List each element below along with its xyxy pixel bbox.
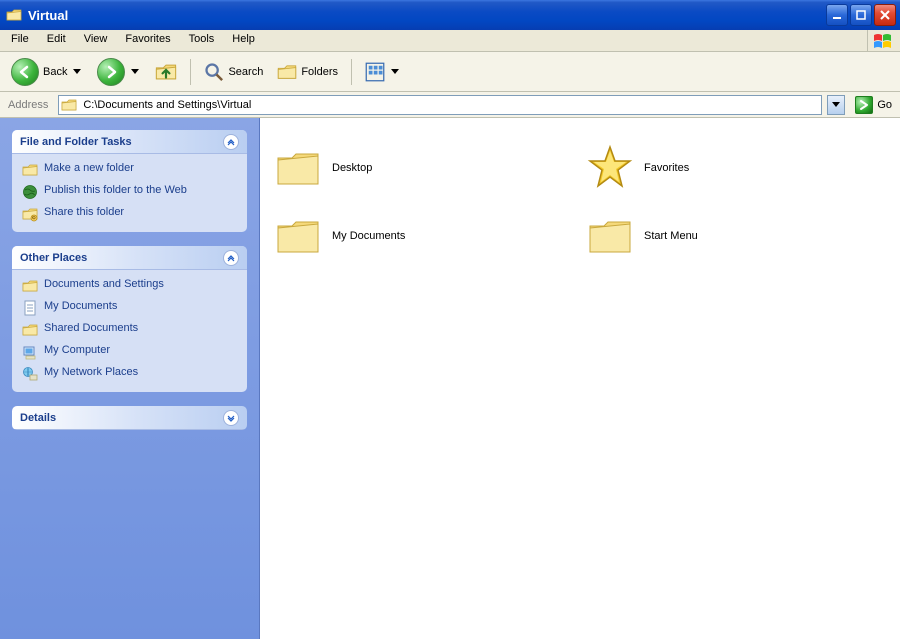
pane-details: Details bbox=[12, 406, 247, 430]
views-icon bbox=[365, 62, 385, 82]
pane-header[interactable]: Details bbox=[12, 406, 247, 430]
back-label: Back bbox=[43, 66, 67, 78]
star-icon bbox=[586, 144, 634, 192]
task-make-new-folder[interactable]: Make a new folder bbox=[22, 162, 237, 178]
collapse-icon[interactable] bbox=[223, 250, 239, 266]
folder-icon bbox=[22, 162, 38, 178]
chevron-down-icon[interactable] bbox=[391, 69, 399, 74]
folder-icon bbox=[586, 212, 634, 260]
place-my-computer[interactable]: My Computer bbox=[22, 344, 237, 360]
pane-title: File and Folder Tasks bbox=[20, 136, 132, 148]
place-my-network-places[interactable]: My Network Places bbox=[22, 366, 237, 382]
menu-tools[interactable]: Tools bbox=[180, 30, 224, 51]
pane-file-folder-tasks: File and Folder Tasks Make a new folder … bbox=[12, 130, 247, 232]
network-icon bbox=[22, 366, 38, 382]
windows-flag-icon[interactable] bbox=[867, 30, 898, 51]
address-label: Address bbox=[4, 99, 52, 111]
folders-label: Folders bbox=[301, 66, 338, 78]
menu-edit[interactable]: Edit bbox=[38, 30, 75, 51]
pane-header[interactable]: File and Folder Tasks bbox=[12, 130, 247, 154]
task-share-folder[interactable]: Share this folder bbox=[22, 206, 237, 222]
menu-file[interactable]: File bbox=[2, 30, 38, 51]
item-desktop[interactable]: Desktop bbox=[268, 134, 580, 202]
folder-icon bbox=[277, 62, 297, 82]
chevron-down-icon bbox=[832, 102, 840, 107]
menu-help[interactable]: Help bbox=[223, 30, 264, 51]
close-button[interactable] bbox=[874, 4, 896, 26]
views-button[interactable] bbox=[360, 59, 406, 85]
collapse-icon[interactable] bbox=[223, 134, 239, 150]
content-area[interactable]: Desktop Favorites My Documents Start Men… bbox=[260, 118, 900, 639]
chevron-down-icon[interactable] bbox=[131, 69, 139, 74]
menu-favorites[interactable]: Favorites bbox=[116, 30, 179, 51]
go-label: Go bbox=[877, 99, 892, 111]
folder-icon bbox=[274, 212, 322, 260]
chevron-down-icon[interactable] bbox=[73, 69, 81, 74]
folder-icon bbox=[274, 144, 322, 192]
toolbar: Back Search Folders bbox=[0, 52, 900, 92]
up-folder-icon bbox=[155, 61, 177, 83]
go-button[interactable]: Go bbox=[851, 95, 896, 115]
pane-other-places: Other Places Documents and Settings My D… bbox=[12, 246, 247, 392]
forward-button[interactable] bbox=[92, 55, 146, 89]
address-dropdown[interactable] bbox=[827, 95, 845, 115]
window-title: Virtual bbox=[28, 8, 68, 23]
search-icon bbox=[204, 62, 224, 82]
folders-button[interactable]: Folders bbox=[272, 59, 343, 85]
globe-icon bbox=[22, 184, 38, 200]
minimize-button[interactable] bbox=[826, 4, 848, 26]
folder-icon bbox=[61, 97, 77, 113]
share-icon bbox=[22, 206, 38, 222]
place-shared-documents[interactable]: Shared Documents bbox=[22, 322, 237, 338]
search-label: Search bbox=[228, 66, 263, 78]
up-button[interactable] bbox=[150, 58, 182, 86]
place-documents-settings[interactable]: Documents and Settings bbox=[22, 278, 237, 294]
menubar: File Edit View Favorites Tools Help bbox=[0, 30, 900, 52]
maximize-button[interactable] bbox=[850, 4, 872, 26]
document-icon bbox=[22, 300, 38, 316]
item-start-menu[interactable]: Start Menu bbox=[580, 202, 892, 270]
task-publish-web[interactable]: Publish this folder to the Web bbox=[22, 184, 237, 200]
item-favorites[interactable]: Favorites bbox=[580, 134, 892, 202]
pane-title: Details bbox=[20, 412, 56, 424]
pane-title: Other Places bbox=[20, 252, 87, 264]
address-input[interactable] bbox=[81, 97, 819, 113]
back-button[interactable]: Back bbox=[6, 55, 88, 89]
search-button[interactable]: Search bbox=[199, 59, 268, 85]
titlebar[interactable]: Virtual bbox=[0, 0, 900, 30]
computer-icon bbox=[22, 344, 38, 360]
menu-view[interactable]: View bbox=[75, 30, 117, 51]
addressbar: Address Go bbox=[0, 92, 900, 118]
folder-icon bbox=[6, 7, 22, 23]
item-my-documents[interactable]: My Documents bbox=[268, 202, 580, 270]
address-field-wrap bbox=[58, 95, 822, 115]
side-panel: File and Folder Tasks Make a new folder … bbox=[0, 118, 260, 639]
folder-icon bbox=[22, 278, 38, 294]
folder-icon bbox=[22, 322, 38, 338]
place-my-documents[interactable]: My Documents bbox=[22, 300, 237, 316]
expand-icon[interactable] bbox=[223, 410, 239, 426]
pane-header[interactable]: Other Places bbox=[12, 246, 247, 270]
